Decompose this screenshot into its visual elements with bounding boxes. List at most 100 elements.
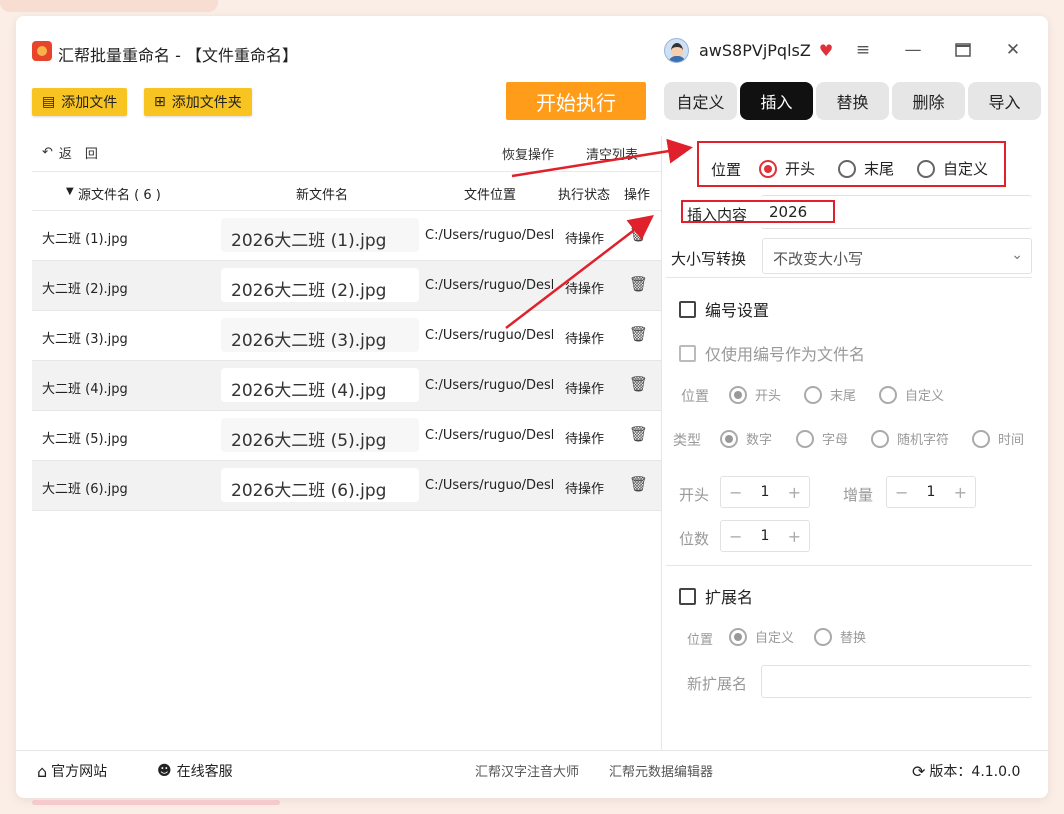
start-stepper[interactable]: − 1 + xyxy=(720,476,810,508)
only-number-checkbox[interactable]: 仅使用编号作为文件名 xyxy=(679,341,865,365)
table-row[interactable]: 大二班 (5).jpg 2026大二班 (5).jpg C:/Users/rug… xyxy=(32,411,661,461)
radio-dot-icon xyxy=(871,429,889,448)
row-status: 待操作 xyxy=(565,432,605,447)
radio-dot-icon xyxy=(814,627,832,646)
row-new-name: 2026大二班 (4).jpg xyxy=(221,368,419,402)
step-stepper[interactable]: − 1 + xyxy=(886,476,976,508)
step-value: 1 xyxy=(926,484,936,500)
table-header: ▼ 源文件名 ( 6 ) 新文件名 文件位置 执行状态 操作 xyxy=(32,171,661,211)
radio-label: 自定义 xyxy=(905,389,945,404)
digits-stepper[interactable]: − 1 + xyxy=(720,520,810,552)
radio-label: 替换 xyxy=(840,631,867,646)
row-source: 大二班 (6).jpg xyxy=(42,482,128,497)
extension-custom[interactable]: 自定义 xyxy=(729,627,794,646)
row-source: 大二班 (3).jpg xyxy=(42,332,128,347)
type-letter[interactable]: 字母 xyxy=(796,429,848,448)
numbering-checkbox[interactable]: 编号设置 xyxy=(679,297,769,321)
numbering-type-label: 类型 xyxy=(673,433,701,449)
header-source[interactable]: 源文件名 ( 6 ) xyxy=(78,184,161,203)
numbering-title: 编号设置 xyxy=(705,301,770,320)
bottom-accent-bar xyxy=(32,800,280,805)
trash-icon[interactable]: 🗑 xyxy=(629,275,648,293)
case-select[interactable]: 不改变大小写 ⌄ xyxy=(762,238,1032,274)
radio-dot-icon xyxy=(804,385,822,404)
trash-icon[interactable]: 🗑 xyxy=(629,375,648,393)
app-logo-icon xyxy=(32,41,52,61)
row-status: 待操作 xyxy=(565,482,605,497)
plus-icon[interactable]: + xyxy=(788,527,801,546)
type-random[interactable]: 随机字符 xyxy=(871,429,949,448)
minimize-icon[interactable]: — xyxy=(901,38,925,62)
tab-replace[interactable]: 替换 xyxy=(816,82,889,120)
add-folder-button[interactable]: ⊞ 添加文件夹 xyxy=(144,88,252,116)
minus-icon[interactable]: − xyxy=(895,483,908,502)
start-value: 1 xyxy=(760,484,770,500)
new-extension-label: 新扩展名 xyxy=(687,675,748,693)
extension-replace[interactable]: 替换 xyxy=(814,627,866,646)
header-location: 文件位置 xyxy=(464,188,517,203)
pinyin-app-link[interactable]: 汇帮汉字注音大师 xyxy=(475,761,579,780)
trash-icon[interactable]: 🗑 xyxy=(629,325,648,343)
menu-icon[interactable]: ≡ xyxy=(851,38,875,62)
website-label: 官方网站 xyxy=(51,764,108,780)
clear-list-button[interactable]: 清空列表 xyxy=(586,144,638,163)
support-link[interactable]: ☻ 在线客服 xyxy=(157,761,233,781)
digits-value: 1 xyxy=(760,528,770,544)
user-account[interactable]: awS8PVjPqlsZ ♥ xyxy=(664,37,833,63)
row-source: 大二班 (5).jpg xyxy=(42,432,128,447)
tab-import[interactable]: 导入 xyxy=(968,82,1041,120)
back-button[interactable]: ↶ 返 回 xyxy=(42,143,98,162)
minus-icon[interactable]: − xyxy=(729,527,742,546)
radio-label: 时间 xyxy=(998,433,1025,448)
tab-custom[interactable]: 自定义 xyxy=(664,82,737,120)
radio-label: 末尾 xyxy=(830,389,857,404)
numbering-position-start[interactable]: 开头 xyxy=(729,385,781,404)
extension-checkbox[interactable]: 扩展名 xyxy=(679,584,753,608)
version-info[interactable]: ⟳ 版本：4.1.0.0 xyxy=(912,761,1020,781)
start-button[interactable]: 开始执行 xyxy=(506,82,646,120)
version-label: 版本：4.1.0.0 xyxy=(929,764,1021,780)
only-number-label: 仅使用编号作为文件名 xyxy=(705,345,866,364)
chevron-down-icon: ⌄ xyxy=(1011,247,1023,263)
maximize-icon[interactable] xyxy=(951,38,975,62)
window-title: 汇帮批量重命名 - 【文件重命名】 xyxy=(58,46,298,65)
table-row[interactable]: 大二班 (1).jpg 2026大二班 (1).jpg C:/Users/rug… xyxy=(32,211,661,261)
close-icon[interactable]: ✕ xyxy=(1001,38,1025,62)
radio-label: 数字 xyxy=(746,433,773,448)
row-new-name: 2026大二班 (3).jpg xyxy=(221,318,419,352)
radio-dot-icon xyxy=(796,429,814,448)
sort-desc-icon[interactable]: ▼ xyxy=(66,186,74,197)
add-file-button[interactable]: ▤ 添加文件 xyxy=(32,88,128,116)
trash-icon[interactable]: 🗑 xyxy=(629,475,648,493)
numbering-position-custom[interactable]: 自定义 xyxy=(879,385,944,404)
radio-dot-icon xyxy=(879,385,897,404)
minus-icon[interactable]: − xyxy=(729,483,742,502)
plus-icon[interactable]: + xyxy=(788,483,801,502)
table-row[interactable]: 大二班 (6).jpg 2026大二班 (6).jpg C:/Users/rug… xyxy=(32,461,661,511)
metadata-app-link[interactable]: 汇帮元数据编辑器 xyxy=(609,761,713,780)
row-source: 大二班 (1).jpg xyxy=(42,232,128,247)
background-tab xyxy=(0,0,218,12)
tab-delete[interactable]: 删除 xyxy=(892,82,965,120)
type-time[interactable]: 时间 xyxy=(972,429,1024,448)
website-link[interactable]: ⌂ 官方网站 xyxy=(37,761,107,781)
table-row[interactable]: 大二班 (2).jpg 2026大二班 (2).jpg C:/Users/rug… xyxy=(32,261,661,311)
radio-label: 字母 xyxy=(822,433,849,448)
new-extension-input[interactable] xyxy=(761,665,1032,698)
table-row[interactable]: 大二班 (3).jpg 2026大二班 (3).jpg C:/Users/rug… xyxy=(32,311,661,361)
trash-icon[interactable]: 🗑 xyxy=(629,425,648,443)
table-row[interactable]: 大二班 (4).jpg 2026大二班 (4).jpg C:/Users/rug… xyxy=(32,361,661,411)
extension-position-label: 位置 xyxy=(687,633,714,648)
row-new-name: 2026大二班 (5).jpg xyxy=(221,418,419,452)
row-source: 大二班 (2).jpg xyxy=(42,282,128,297)
restore-button[interactable]: 恢复操作 xyxy=(502,144,554,163)
vip-heart-icon: ♥ xyxy=(818,40,834,60)
row-status: 待操作 xyxy=(565,332,605,347)
row-status: 待操作 xyxy=(565,282,605,297)
tab-insert[interactable]: 插入 xyxy=(740,82,813,120)
type-number[interactable]: 数字 xyxy=(720,429,772,448)
plus-icon[interactable]: + xyxy=(954,483,967,502)
trash-icon[interactable]: 🗑 xyxy=(629,225,648,243)
mode-tabs: 自定义 插入 替换 删除 导入 xyxy=(664,82,1041,120)
numbering-position-end[interactable]: 末尾 xyxy=(804,385,856,404)
